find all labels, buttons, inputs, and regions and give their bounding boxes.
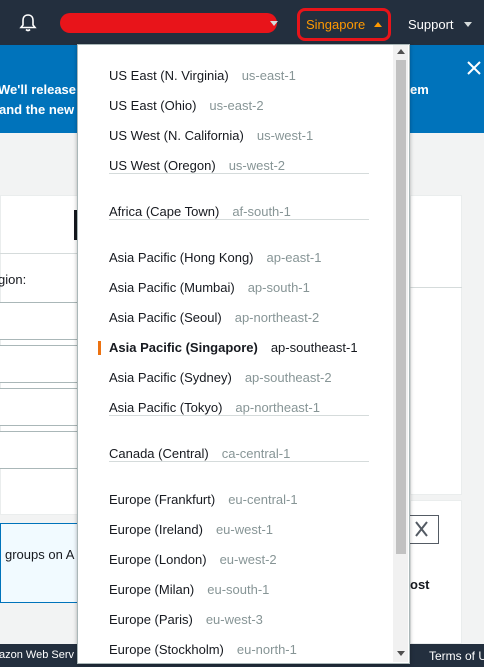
region-option-name: Asia Pacific (Tokyo)	[109, 400, 223, 415]
close-icon[interactable]	[466, 60, 482, 76]
region-option-code: us-east-2	[209, 98, 264, 113]
region-option-name: US West (Oregon)	[109, 158, 216, 173]
region-option[interactable]: Asia Pacific (Hong Kong) ap-east-1	[109, 250, 321, 270]
region-group-divider	[109, 461, 369, 462]
region-option[interactable]: US West (Oregon) us-west-2	[109, 158, 285, 178]
footer-copyright: azon Web Serv	[0, 649, 75, 661]
region-option-name: Asia Pacific (Hong Kong)	[109, 250, 254, 265]
region-option-code: ap-northeast-1	[235, 400, 320, 415]
region-option[interactable]: US West (N. California) us-west-1	[109, 128, 313, 148]
region-option-name: Asia Pacific (Seoul)	[109, 310, 222, 325]
region-option-code: us-east-1	[241, 68, 296, 83]
region-option[interactable]: Europe (Stockholm) eu-north-1	[109, 642, 297, 662]
region-option-name: Asia Pacific (Mumbai)	[109, 280, 235, 295]
region-option-code: af-south-1	[232, 204, 291, 219]
notifications-bell-icon[interactable]	[18, 13, 38, 33]
region-option-code: eu-west-3	[205, 612, 263, 627]
scrollbar-thumb[interactable]	[396, 60, 406, 554]
account-name-redacted[interactable]	[60, 13, 277, 33]
region-option-code: ca-central-1	[221, 446, 291, 461]
groups-text: groups on A	[5, 547, 75, 562]
input-field[interactable]	[0, 388, 78, 426]
region-option-code: ap-south-1	[247, 280, 310, 295]
region-option[interactable]: Asia Pacific (Mumbai) ap-south-1	[109, 280, 310, 300]
region-option[interactable]: Asia Pacific (Sydney) ap-southeast-2	[109, 370, 332, 390]
region-option-code: eu-south-1	[207, 582, 270, 597]
info-alert-box	[0, 523, 78, 603]
selected-region-indicator	[98, 341, 101, 355]
region-option-code: ap-east-1	[266, 250, 322, 265]
region-option-name: Canada (Central)	[109, 446, 209, 461]
region-option[interactable]: Europe (Milan) eu-south-1	[109, 582, 269, 602]
region-option-name: Europe (Frankfurt)	[109, 492, 216, 507]
region-option-code: eu-central-1	[228, 492, 298, 507]
region-option-name: Europe (London)	[109, 552, 207, 567]
region-option[interactable]: Europe (Ireland) eu-west-1	[109, 522, 273, 542]
region-group-divider	[109, 173, 369, 174]
banner-text-line2: and the new	[0, 102, 75, 117]
region-selector-label[interactable]: Singapore	[306, 17, 365, 32]
region-option-code: ap-southeast-1	[270, 340, 358, 355]
region-option-code: us-west-2	[228, 158, 286, 173]
region-prompt-text: gion:	[0, 272, 27, 287]
region-group-divider	[109, 219, 369, 220]
region-option[interactable]: Europe (London) eu-west-2	[109, 552, 277, 572]
side-card	[410, 195, 462, 495]
banner-text-line1-end: em	[410, 82, 429, 97]
region-option[interactable]: Europe (Paris) eu-west-3	[109, 612, 263, 632]
divider	[410, 287, 462, 288]
region-option[interactable]: Europe (Frankfurt) eu-central-1	[109, 492, 298, 512]
region-option-name: Africa (Cape Town)	[109, 204, 220, 219]
caret-up-icon[interactable]	[374, 22, 382, 27]
support-menu[interactable]: Support	[408, 17, 454, 32]
ost-text: ost	[410, 577, 430, 592]
scroll-down-arrow-icon[interactable]	[397, 651, 405, 656]
input-field[interactable]	[0, 302, 78, 340]
input-field[interactable]	[0, 345, 78, 383]
input-field[interactable]	[0, 431, 78, 469]
region-option-code: eu-north-1	[236, 642, 297, 657]
region-option-code: ap-southeast-2	[244, 370, 332, 385]
region-option-name: Europe (Milan)	[109, 582, 195, 597]
terms-of-use-link[interactable]: Terms of U	[429, 649, 484, 663]
region-option-name: US East (N. Virginia)	[109, 68, 229, 83]
region-group-divider	[109, 415, 369, 416]
region-option[interactable]: Asia Pacific (Tokyo) ap-northeast-1	[109, 400, 320, 420]
region-option-name: Europe (Ireland)	[109, 522, 203, 537]
region-dropdown-menu: US East (N. Virginia) us-east-1 US East (O…	[77, 44, 410, 664]
region-option-code: eu-west-1	[215, 522, 274, 537]
region-option-code: eu-west-2	[219, 552, 277, 567]
region-option-code: ap-northeast-2	[234, 310, 320, 325]
region-option-name: Europe (Paris)	[109, 612, 193, 627]
region-option[interactable]: Africa (Cape Town) af-south-1	[109, 204, 291, 224]
region-option[interactable]: US East (N. Virginia) us-east-1	[109, 68, 296, 88]
scroll-up-arrow-icon[interactable]	[397, 49, 405, 54]
region-option[interactable]: US East (Ohio) us-east-2	[109, 98, 264, 118]
region-option-name: US East (Ohio)	[109, 98, 197, 113]
region-option-name: Asia Pacific (Singapore)	[109, 340, 258, 355]
banner-text-line1-start: We'll release n	[0, 82, 88, 97]
region-option[interactable]: Canada (Central) ca-central-1	[109, 446, 290, 466]
account-menu-caret-icon[interactable]	[270, 21, 278, 26]
region-option-name: US West (N. California)	[109, 128, 244, 143]
region-option-name: Europe (Stockholm)	[109, 642, 224, 657]
divider	[0, 253, 78, 254]
region-option[interactable]: Asia Pacific (Singapore) ap-southeast-1	[109, 340, 358, 360]
support-caret-icon[interactable]	[464, 22, 472, 27]
region-option-name: Asia Pacific (Sydney)	[109, 370, 232, 385]
region-option-code: us-west-1	[256, 128, 314, 143]
region-option[interactable]: Asia Pacific (Seoul) ap-northeast-2	[109, 310, 319, 330]
